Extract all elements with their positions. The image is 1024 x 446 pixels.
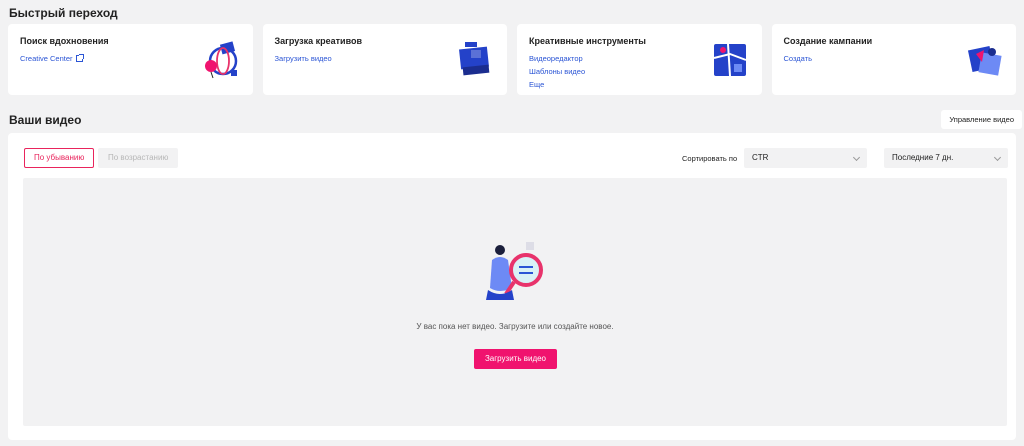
videos-panel: По убыванию По возрастанию Сортировать п… xyxy=(8,133,1016,440)
sort-metric-value: CTR xyxy=(752,153,769,162)
upload-box-icon xyxy=(459,42,490,76)
globe-balloon-icon xyxy=(204,41,237,79)
empty-state: У вас пока нет видео. Загрузите или созд… xyxy=(23,178,1007,426)
card-inspiration: Поиск вдохновения Creative Center xyxy=(8,24,253,95)
card-upload: Загрузка креативов Загрузить видео xyxy=(262,24,507,95)
external-link-icon xyxy=(75,54,84,62)
magnifier-person-icon xyxy=(486,242,543,300)
manage-videos-button[interactable]: Управление видео xyxy=(941,110,1022,129)
quick-access-cards: Поиск вдохновения Creative Center Загруз… xyxy=(8,24,1016,95)
card-campaign: Создание кампании Создать xyxy=(771,24,1016,95)
date-range-select[interactable]: Последние 7 дн. xyxy=(884,148,1008,168)
sort-ascending-tab[interactable]: По возрастанию xyxy=(98,148,179,168)
card-tools: Креативные инструменты Видеоредактор Шаб… xyxy=(517,24,762,95)
empty-state-message: У вас пока нет видео. Загрузите или созд… xyxy=(416,322,614,331)
quick-access-title: Быстрый переход xyxy=(9,6,118,20)
date-range-value: Последние 7 дн. xyxy=(892,153,954,162)
sort-by-label: Сортировать по xyxy=(682,154,738,163)
campaign-icon xyxy=(967,45,1002,76)
chevron-down-icon xyxy=(993,153,1002,162)
chevron-down-icon xyxy=(852,153,861,162)
upload-video-button[interactable]: Загрузить видео xyxy=(474,349,557,369)
tools-map-icon xyxy=(713,43,746,77)
sort-descending-tab[interactable]: По убыванию xyxy=(24,148,95,168)
videos-section-title: Ваши видео xyxy=(9,113,82,127)
sort-metric-select[interactable]: CTR xyxy=(744,148,867,168)
